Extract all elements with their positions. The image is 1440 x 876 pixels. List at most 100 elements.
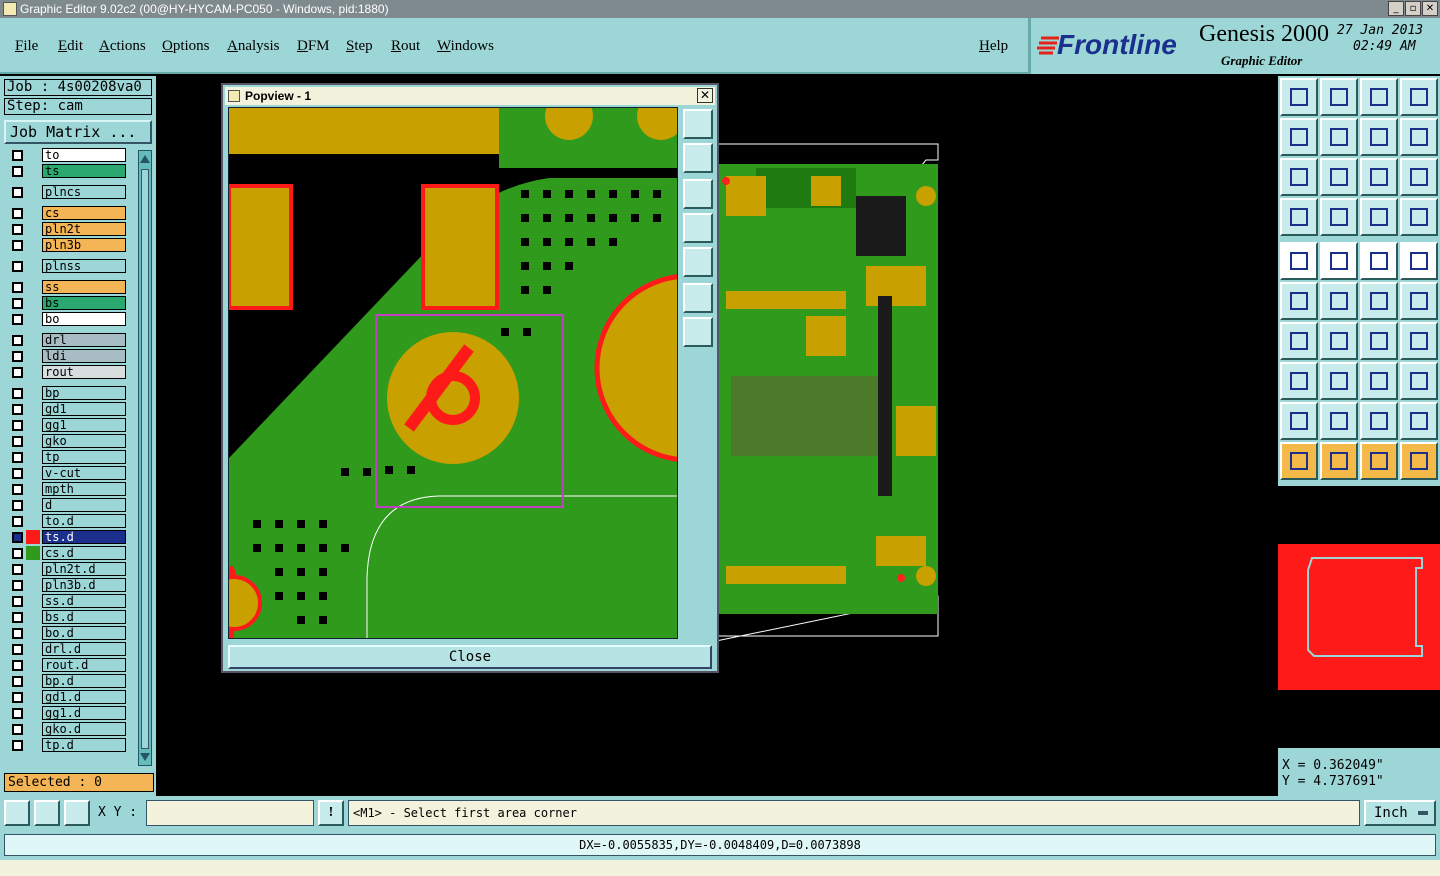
layer-row[interactable]: gg1.d: [6, 706, 126, 720]
layer-name[interactable]: ldi: [42, 349, 126, 363]
layer-name[interactable]: rout: [42, 365, 126, 379]
pick-icon[interactable]: [1360, 442, 1398, 480]
layer-row[interactable]: to: [6, 148, 126, 162]
layer-checkbox[interactable]: [12, 150, 23, 161]
layer-checkbox[interactable]: [12, 388, 23, 399]
triangle-icon[interactable]: [1280, 402, 1318, 440]
layer-row[interactable]: gd1.d: [6, 690, 126, 704]
layer-checkbox[interactable]: [12, 166, 23, 177]
zoom-center-icon[interactable]: [1320, 158, 1358, 196]
minus-icon[interactable]: [1320, 362, 1358, 400]
layer-row[interactable]: tp.d: [6, 738, 126, 752]
split-view-icon[interactable]: [1400, 78, 1438, 116]
layer-row[interactable]: drl: [6, 333, 126, 347]
layer-checkbox[interactable]: [12, 580, 23, 591]
layer-row[interactable]: bp: [6, 386, 126, 400]
popview-canvas[interactable]: [228, 107, 678, 639]
layer-checkbox[interactable]: [12, 282, 23, 293]
popview-zoom-icon[interactable]: [683, 109, 713, 139]
layer-name[interactable]: bp: [42, 386, 126, 400]
layer-row[interactable]: plncs: [6, 185, 126, 199]
menu-file[interactable]: File: [15, 38, 38, 55]
popview-center-icon[interactable]: [683, 317, 713, 347]
layer-name[interactable]: ss.d: [42, 594, 126, 608]
menu-dfm[interactable]: DFM: [297, 38, 330, 55]
layer-checkbox[interactable]: [12, 468, 23, 479]
layer-name[interactable]: bs: [42, 296, 126, 310]
layer-checkbox[interactable]: [12, 692, 23, 703]
alert-icon[interactable]: !: [318, 800, 344, 826]
help-icon[interactable]: [1400, 158, 1438, 196]
layer-name[interactable]: bs.d: [42, 610, 126, 624]
close-window-button[interactable]: ✕: [1422, 1, 1438, 16]
layer-row[interactable]: ts.d: [6, 530, 126, 544]
popview-pan-right-icon[interactable]: [683, 247, 713, 277]
layers-icon[interactable]: [1360, 198, 1398, 236]
layer-row[interactable]: rout: [6, 365, 126, 379]
scroll-down-icon[interactable]: [140, 753, 150, 763]
layer-row[interactable]: ss: [6, 280, 126, 294]
layer-row[interactable]: gg1: [6, 418, 126, 432]
layer-name[interactable]: gd1.d: [42, 690, 126, 704]
layer-checkbox[interactable]: [12, 484, 23, 495]
layer-row[interactable]: ss.d: [6, 594, 126, 608]
layer-row[interactable]: rout.d: [6, 658, 126, 672]
layer-row[interactable]: gko.d: [6, 722, 126, 736]
layer-row[interactable]: cs.d: [6, 546, 126, 560]
layer-checkbox[interactable]: [12, 500, 23, 511]
layer-row[interactable]: pln2t: [6, 222, 126, 236]
swap-icon[interactable]: [1360, 118, 1398, 156]
overview-map[interactable]: [1278, 486, 1440, 748]
layer-checkbox[interactable]: [12, 224, 23, 235]
layer-checkbox[interactable]: [12, 708, 23, 719]
layer-name[interactable]: gd1: [42, 402, 126, 416]
layer-name[interactable]: ts.d: [42, 530, 126, 544]
layer-row[interactable]: gd1: [6, 402, 126, 416]
layer-row[interactable]: bp.d: [6, 674, 126, 688]
layer-checkbox[interactable]: [12, 452, 23, 463]
grid-icon[interactable]: [64, 800, 90, 826]
layer-row[interactable]: bo.d: [6, 626, 126, 640]
menu-analysis[interactable]: Analysis: [227, 38, 280, 55]
snap-icon[interactable]: [4, 800, 30, 826]
layer-checkbox[interactable]: [12, 740, 23, 751]
menu-edit[interactable]: Edit: [58, 38, 83, 55]
popview-pan-up-icon[interactable]: [683, 143, 713, 173]
measure-icon[interactable]: [34, 800, 60, 826]
popview-pan-down-icon[interactable]: [683, 179, 713, 209]
add-pad-icon[interactable]: [1280, 362, 1318, 400]
layer-name[interactable]: pln3b.d: [42, 578, 126, 592]
open-icon[interactable]: [1280, 78, 1318, 116]
save-icon[interactable]: [1320, 78, 1358, 116]
layer-checkbox[interactable]: [12, 532, 23, 543]
maximize-button[interactable]: ▫: [1405, 1, 1421, 16]
layer-checkbox[interactable]: [12, 564, 23, 575]
layer-checkbox[interactable]: [12, 261, 23, 272]
measure-icon[interactable]: [1360, 242, 1398, 280]
layer-checkbox[interactable]: [12, 187, 23, 198]
layer-row[interactable]: cs: [6, 206, 126, 220]
layer-row[interactable]: drl.d: [6, 642, 126, 656]
layer-row[interactable]: pln3b.d: [6, 578, 126, 592]
layer-checkbox[interactable]: [12, 314, 23, 325]
select-icon[interactable]: [1320, 442, 1358, 480]
scale-icon[interactable]: [1360, 158, 1398, 196]
popview-pan-left-icon[interactable]: [683, 213, 713, 243]
layer-row[interactable]: bs.d: [6, 610, 126, 624]
layer-name[interactable]: plnss: [42, 259, 126, 273]
layer-checkbox[interactable]: [12, 676, 23, 687]
layer-name[interactable]: mpth: [42, 482, 126, 496]
layer-row[interactable]: tp: [6, 450, 126, 464]
layer-name[interactable]: cs: [42, 206, 126, 220]
layer-name[interactable]: gg1.d: [42, 706, 126, 720]
route-edit-icon[interactable]: [1400, 442, 1438, 480]
layer-checkbox[interactable]: [12, 724, 23, 735]
layer-name[interactable]: gko.d: [42, 722, 126, 736]
layer-name[interactable]: bp.d: [42, 674, 126, 688]
layer-checkbox[interactable]: [12, 351, 23, 362]
layer-row[interactable]: pln3b: [6, 238, 126, 252]
layer-name[interactable]: ss: [42, 280, 126, 294]
a-fill-icon[interactable]: [1360, 402, 1398, 440]
grid-icon[interactable]: [1320, 198, 1358, 236]
select-point-icon[interactable]: [1280, 242, 1318, 280]
